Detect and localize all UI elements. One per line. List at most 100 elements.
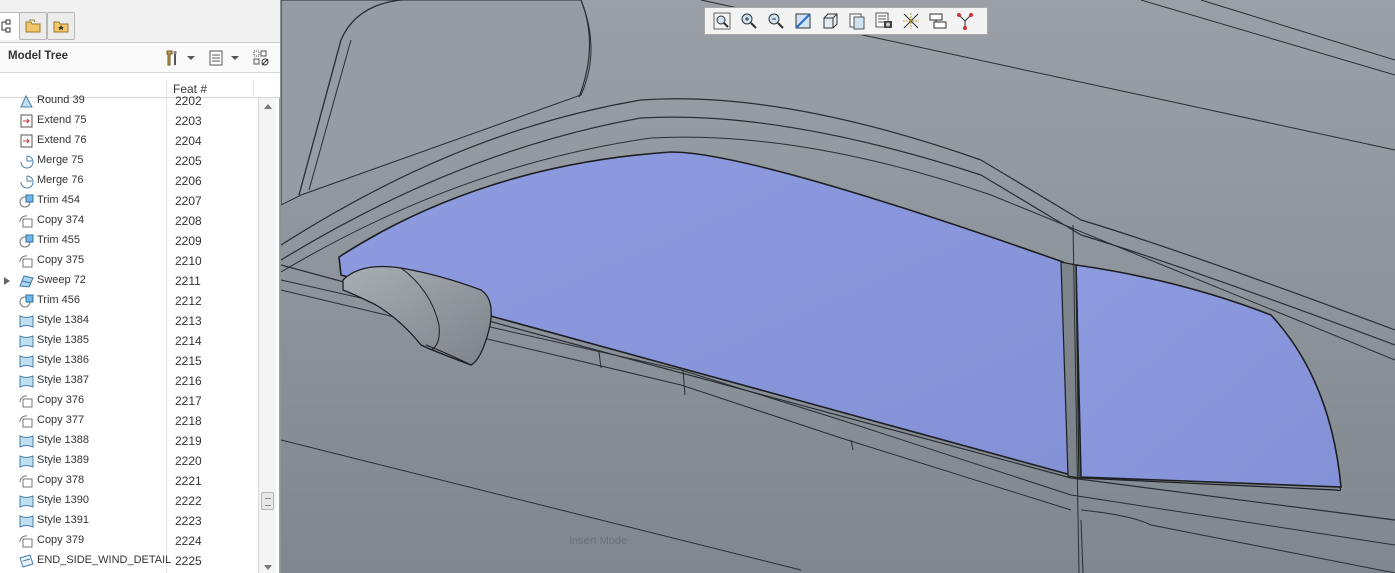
chevron-down-icon — [187, 56, 195, 60]
feature-name: Copy 376 — [37, 394, 85, 406]
feature-name: Round 39 — [37, 94, 85, 106]
zoom-in-button[interactable] — [735, 9, 762, 33]
folder-browser-icon — [25, 19, 41, 33]
copy-icon — [18, 213, 35, 229]
annotation-display-icon — [929, 13, 946, 29]
style-icon — [18, 433, 35, 449]
spin-center-button[interactable] — [951, 9, 978, 33]
saved-views-icon — [849, 13, 864, 30]
zoom-out-button[interactable] — [762, 9, 789, 33]
model-tree-title: Model Tree — [8, 50, 69, 62]
tree-row[interactable]: Style 1388 2219 — [0, 431, 258, 451]
tree-row[interactable]: Style 1387 2216 — [0, 371, 258, 391]
feature-number: 2207 — [175, 194, 202, 208]
graphics-viewport[interactable]: Insert Mode — [281, 0, 1395, 573]
datum-display-button[interactable] — [897, 9, 924, 33]
tree-row[interactable]: Style 1389 2220 — [0, 451, 258, 471]
feature-number: 2222 — [175, 494, 202, 508]
tree-row[interactable]: Extend 76 2204 — [0, 131, 258, 151]
tree-row[interactable]: Sweep 72 2211 — [0, 271, 258, 291]
copy-icon — [18, 533, 35, 549]
feature-name: Extend 75 — [37, 114, 87, 126]
tab-model-tree[interactable] — [0, 12, 20, 40]
tree-row[interactable]: Round 39 2202 — [0, 91, 258, 111]
datum-display-icon — [902, 13, 919, 29]
reorient-button[interactable] — [789, 9, 816, 33]
feature-name: Copy 374 — [37, 214, 85, 226]
style-icon — [18, 513, 35, 529]
feature-number: 2213 — [175, 314, 202, 328]
tree-row[interactable]: Style 1391 2223 — [0, 511, 258, 531]
tree-row[interactable]: Copy 377 2218 — [0, 411, 258, 431]
display-style-icon — [823, 13, 837, 29]
tree-row[interactable]: Style 1386 2215 — [0, 351, 258, 371]
feature-name: Style 1385 — [37, 334, 89, 346]
feature-name: Merge 75 — [37, 154, 84, 166]
display-style-button[interactable] — [816, 9, 843, 33]
car-window-model — [281, 0, 1395, 573]
trim-icon — [18, 233, 35, 249]
feature-number: 2223 — [175, 514, 202, 528]
feature-name: Sweep 72 — [37, 274, 86, 286]
model-tree-icon — [1, 19, 11, 33]
feature-number: 2209 — [175, 234, 202, 248]
feature-name: Copy 375 — [37, 254, 85, 266]
feature-name: Style 1384 — [37, 314, 89, 326]
view-manager-button[interactable] — [870, 9, 897, 33]
tree-row[interactable]: Merge 76 2206 — [0, 171, 258, 191]
tree-row[interactable]: Extend 75 2203 — [0, 111, 258, 131]
feature-name: Trim 456 — [37, 294, 80, 306]
settings-dropdown-button[interactable] — [163, 47, 195, 69]
view-toolbar — [704, 7, 988, 35]
saved-views-button[interactable] — [843, 9, 870, 33]
reorient-icon — [794, 13, 811, 29]
show-dropdown-button[interactable] — [207, 47, 239, 69]
scroll-up-icon[interactable] — [264, 104, 272, 109]
tree-row[interactable]: END_SIDE_WIND_DETAIL 2225 — [0, 551, 258, 571]
list-settings-icon — [209, 50, 223, 66]
tree-row[interactable]: Trim 455 2209 — [0, 231, 258, 251]
scroll-thumb[interactable] — [261, 492, 274, 510]
tree-filters-button[interactable] — [252, 47, 270, 69]
feature-name: Merge 76 — [37, 174, 84, 186]
tree-row[interactable]: Copy 375 2210 — [0, 251, 258, 271]
tree-row[interactable]: Merge 75 2205 — [0, 151, 258, 171]
expand-arrow-icon[interactable] — [4, 277, 10, 285]
feature-name: Style 1386 — [37, 354, 89, 366]
annotation-display-button[interactable] — [924, 9, 951, 33]
scroll-down-icon[interactable] — [264, 565, 272, 570]
tree-row[interactable]: Copy 379 2224 — [0, 531, 258, 551]
sweep-icon — [18, 273, 35, 289]
style-icon — [18, 453, 35, 469]
tree-row[interactable]: Trim 456 2212 — [0, 291, 258, 311]
copy-icon — [18, 413, 35, 429]
zoom-out-icon — [768, 13, 784, 29]
feature-number: 2204 — [175, 134, 202, 148]
feature-number: 2211 — [175, 274, 201, 288]
tab-folder-browser[interactable] — [19, 12, 47, 40]
feature-number: 2217 — [175, 394, 202, 408]
model-tree-header: Model Tree — [0, 43, 280, 73]
tree-row[interactable]: Copy 376 2217 — [0, 391, 258, 411]
model-tree-panel: Model Tree Feat # Round 39 2202 Extend 75 2… — [0, 0, 280, 573]
zoom-fit-button[interactable] — [708, 9, 735, 33]
tree-filter-icon — [253, 50, 269, 66]
feature-name: Copy 379 — [37, 534, 85, 546]
tree-row[interactable]: Trim 454 2207 — [0, 191, 258, 211]
feature-number: 2206 — [175, 174, 202, 188]
tab-favorites[interactable] — [47, 12, 75, 40]
favorites-icon — [53, 21, 69, 33]
feature-name: Style 1388 — [37, 434, 89, 446]
tree-row[interactable]: Copy 374 2208 — [0, 211, 258, 231]
view-manager-icon — [875, 12, 892, 28]
navigator-tab-strip — [0, 0, 280, 43]
tree-row[interactable]: Style 1385 2214 — [0, 331, 258, 351]
feature-name: END_SIDE_WIND_DETAIL — [37, 554, 172, 566]
tree-scrollbar[interactable] — [258, 98, 276, 573]
tree-row[interactable]: Style 1384 2213 — [0, 311, 258, 331]
style-icon — [18, 353, 35, 369]
tree-row[interactable]: Copy 378 2221 — [0, 471, 258, 491]
tree-row[interactable]: Style 1390 2222 — [0, 491, 258, 511]
style-icon — [18, 313, 35, 329]
feature-name: Style 1387 — [37, 374, 89, 386]
